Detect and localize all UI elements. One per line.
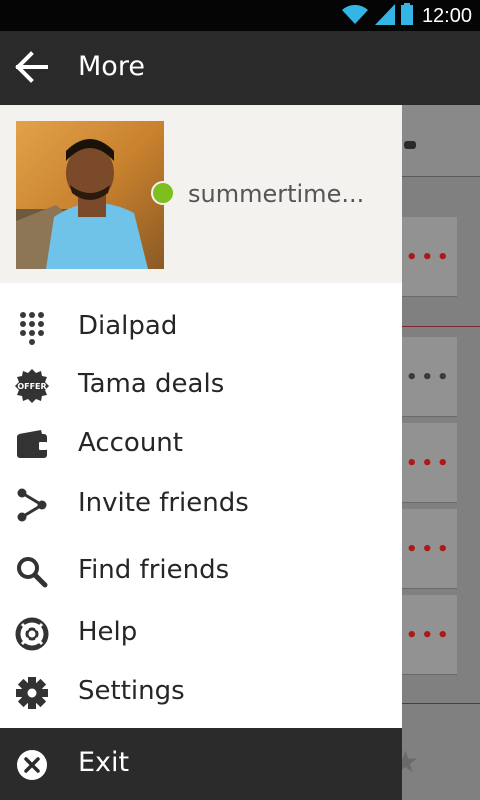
- menu-item-label: Dialpad: [78, 311, 178, 341]
- background-card: •••: [402, 595, 457, 675]
- more-dots-icon: •••: [406, 539, 453, 560]
- divider: [402, 326, 480, 327]
- background-header-icon: [404, 141, 416, 149]
- online-status-indicator: [151, 181, 175, 205]
- menu-item-label: Help: [78, 617, 138, 647]
- menu-item-account[interactable]: Account: [0, 414, 402, 472]
- page-title: More: [78, 51, 145, 82]
- background-card: •••: [402, 217, 457, 297]
- gear-icon: [14, 675, 50, 711]
- menu-item-help[interactable]: Help: [0, 603, 402, 661]
- offer-icon: OFFER: [14, 368, 50, 404]
- status-time: 12:00: [421, 4, 472, 27]
- top-bar: More: [0, 31, 480, 105]
- back-arrow-icon: [14, 51, 50, 87]
- status-bar: 12:00: [0, 0, 480, 31]
- more-dots-icon: •••: [406, 453, 453, 474]
- avatar[interactable]: [16, 121, 164, 269]
- battery-icon: [400, 2, 414, 30]
- back-button[interactable]: [12, 49, 52, 89]
- close-circle-icon: [16, 749, 48, 781]
- divider: [402, 703, 480, 704]
- menu-item-label: Invite friends: [78, 488, 249, 518]
- help-icon: [14, 616, 50, 652]
- exit-button[interactable]: Exit: [0, 728, 402, 800]
- more-dots-icon: •••: [406, 367, 453, 388]
- menu-item-invite-friends[interactable]: Invite friends: [0, 474, 402, 532]
- menu-item-label: Settings: [78, 676, 185, 706]
- background-card: •••: [402, 423, 457, 503]
- wifi-icon: [340, 2, 370, 30]
- profile-header[interactable]: summertime...: [0, 105, 402, 283]
- username[interactable]: summertime...: [188, 177, 364, 211]
- menu-item-settings[interactable]: Settings: [0, 662, 402, 720]
- wallet-icon: [14, 427, 50, 463]
- menu-item-label: Tama deals: [78, 369, 225, 399]
- dialpad-icon: [14, 310, 50, 346]
- more-dots-icon: •••: [406, 247, 453, 268]
- navigation-drawer: summertime... Dialpad OFFER Tama deals A…: [0, 105, 402, 728]
- status-icons: 12:00: [340, 2, 472, 30]
- menu-item-label: Account: [78, 428, 183, 458]
- offer-badge-text: OFFER: [17, 382, 46, 391]
- menu-item-find-friends[interactable]: Find friends: [0, 541, 402, 599]
- background-card: •••: [402, 337, 457, 417]
- search-icon: [14, 554, 50, 590]
- share-icon: [14, 487, 50, 523]
- background-header: [402, 105, 480, 177]
- more-dots-icon: •••: [406, 625, 453, 646]
- menu-item-tama-deals[interactable]: OFFER Tama deals: [0, 355, 402, 413]
- exit-label: Exit: [78, 747, 130, 778]
- menu-item-label: Find friends: [78, 555, 230, 585]
- star-icon: ★: [402, 745, 419, 780]
- cell-signal-icon: [374, 2, 396, 30]
- menu-item-dialpad[interactable]: Dialpad: [0, 297, 402, 355]
- background-card: •••: [402, 509, 457, 589]
- background-content: ••• ••• ••• ••• ••• ★: [402, 105, 480, 800]
